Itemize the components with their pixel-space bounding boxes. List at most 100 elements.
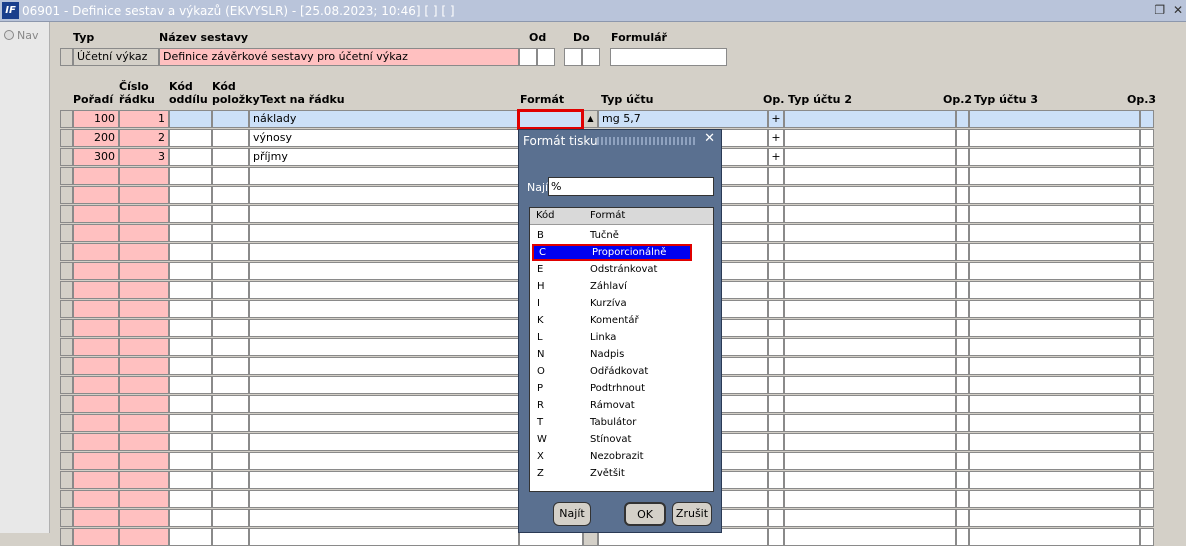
cell[interactable] (73, 300, 119, 318)
cell[interactable] (60, 490, 73, 508)
list-item[interactable]: T Tabulátor (532, 414, 692, 431)
cell[interactable] (768, 224, 784, 242)
cell[interactable] (119, 490, 169, 508)
cell[interactable] (768, 490, 784, 508)
formular-field[interactable] (610, 48, 727, 66)
cell[interactable] (60, 395, 73, 413)
list-item[interactable]: B Tučně (532, 227, 692, 244)
cell[interactable] (169, 262, 212, 280)
cell[interactable] (249, 300, 519, 318)
cell[interactable] (169, 129, 212, 147)
cell[interactable] (768, 338, 784, 356)
cell[interactable]: 1 (119, 110, 169, 128)
cell[interactable] (768, 281, 784, 299)
cell[interactable] (784, 490, 956, 508)
cell[interactable] (73, 186, 119, 204)
cell[interactable] (60, 243, 73, 261)
typ-field[interactable]: Účetní výkaz (73, 48, 159, 66)
cell[interactable] (969, 262, 1140, 280)
cell[interactable] (212, 528, 249, 546)
cancel-button[interactable]: Zrušit (672, 502, 712, 526)
cell[interactable] (60, 376, 73, 394)
cell[interactable] (1140, 224, 1154, 242)
cell[interactable] (1140, 414, 1154, 432)
list-item[interactable]: I Kurzíva (532, 295, 692, 312)
cell[interactable] (956, 224, 969, 242)
cell[interactable] (60, 433, 73, 451)
cell[interactable] (1140, 338, 1154, 356)
cell[interactable] (169, 300, 212, 318)
cell[interactable] (73, 338, 119, 356)
cell[interactable] (249, 186, 519, 204)
cell[interactable] (768, 357, 784, 375)
cell[interactable]: + (768, 110, 784, 128)
cell[interactable] (119, 414, 169, 432)
cell[interactable] (169, 395, 212, 413)
cell[interactable] (956, 528, 969, 546)
cell[interactable] (169, 490, 212, 508)
cell[interactable] (969, 300, 1140, 318)
cell[interactable] (119, 167, 169, 185)
cell[interactable] (169, 528, 212, 546)
cell[interactable] (956, 433, 969, 451)
cell[interactable] (784, 357, 956, 375)
cell[interactable] (73, 395, 119, 413)
list-item[interactable]: W Stínovat (532, 431, 692, 448)
list-item[interactable]: X Nezobrazit (532, 448, 692, 465)
cell[interactable] (969, 281, 1140, 299)
cell[interactable]: výnosy (249, 129, 519, 147)
cell[interactable] (212, 262, 249, 280)
cell[interactable] (60, 471, 73, 489)
cell[interactable] (969, 528, 1140, 546)
cell[interactable] (73, 205, 119, 223)
cell[interactable] (249, 243, 519, 261)
cell[interactable] (956, 110, 969, 128)
cell[interactable] (119, 528, 169, 546)
cell[interactable] (969, 433, 1140, 451)
cell[interactable]: 3 (119, 148, 169, 166)
cell[interactable] (969, 129, 1140, 147)
cell[interactable] (212, 300, 249, 318)
cell[interactable] (73, 452, 119, 470)
cell[interactable] (956, 376, 969, 394)
cell[interactable] (1140, 357, 1154, 375)
cell[interactable]: + (768, 148, 784, 166)
cell[interactable]: + (768, 129, 784, 147)
cell[interactable] (956, 205, 969, 223)
cell[interactable] (73, 281, 119, 299)
cell[interactable] (1140, 376, 1154, 394)
cell[interactable] (784, 186, 956, 204)
list-item[interactable]: Z Zvětšit (532, 465, 692, 482)
cell[interactable] (956, 395, 969, 413)
cell[interactable] (784, 414, 956, 432)
cell[interactable] (956, 243, 969, 261)
do-field-1[interactable] (564, 48, 582, 66)
cell[interactable] (119, 357, 169, 375)
cell[interactable] (212, 281, 249, 299)
cell[interactable] (249, 433, 519, 451)
cell[interactable]: 100 (73, 110, 119, 128)
cell[interactable] (768, 319, 784, 337)
cell[interactable] (768, 471, 784, 489)
cell[interactable] (1140, 243, 1154, 261)
cell[interactable] (60, 509, 73, 527)
cell[interactable] (956, 509, 969, 527)
cell[interactable] (60, 186, 73, 204)
cell[interactable] (1140, 319, 1154, 337)
cell[interactable] (784, 376, 956, 394)
ok-button[interactable]: OK (624, 502, 666, 526)
cell[interactable] (212, 148, 249, 166)
cell[interactable] (969, 110, 1140, 128)
od-field-2[interactable] (537, 48, 555, 66)
cell[interactable] (768, 186, 784, 204)
cell[interactable] (119, 186, 169, 204)
cell[interactable] (956, 490, 969, 508)
cell[interactable]: 300 (73, 148, 119, 166)
cell[interactable]: příjmy (249, 148, 519, 166)
cell[interactable] (212, 205, 249, 223)
cell[interactable] (249, 471, 519, 489)
cell[interactable] (60, 528, 73, 546)
cell[interactable] (60, 129, 73, 147)
cell[interactable] (119, 281, 169, 299)
cell[interactable] (119, 319, 169, 337)
